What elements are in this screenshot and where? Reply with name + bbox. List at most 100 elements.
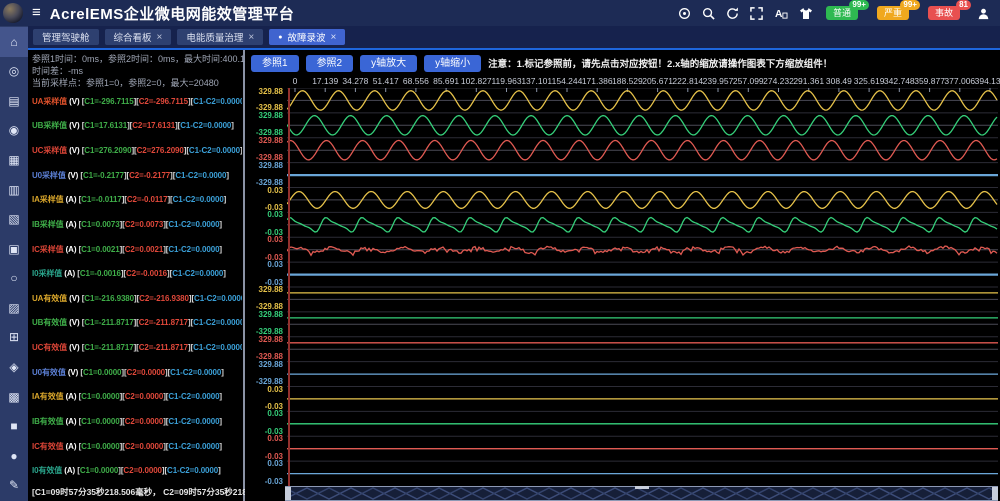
active-tab-dot-icon: ● (278, 34, 282, 41)
channel-label: UB采样值 (32, 120, 67, 131)
sidebar-item-home[interactable]: ⌂ (0, 27, 28, 57)
tab-close-icon[interactable]: × (330, 32, 336, 43)
channel-c1-value: C1=-211.8717 (84, 318, 133, 327)
alarm-badge[interactable]: 严重99+ (877, 6, 909, 20)
channel-unit: (A) (64, 220, 79, 229)
tab-label: 电能质量治理 (186, 30, 243, 44)
y-axis-max-label: 0.03 (245, 386, 283, 394)
channel-diff-value: C1-C2=0.0000 (173, 195, 224, 204)
tab-close-icon[interactable]: × (248, 32, 254, 43)
channel-row: UC采样值 (V) [ C1=276.2090 ][ C2=276.2090 ]… (32, 138, 242, 163)
channel-row: UB采样值 (V) [ C1=17.6131 ][ C2=17.6131 ][ … (32, 114, 242, 139)
sidebar-item-overview[interactable]: ◎ (0, 57, 28, 87)
channel-diff-value: C1-C2=0.0000 (168, 245, 219, 254)
x-axis-tick-label: 308.49 (826, 76, 852, 86)
x-axis-tick-label: 68.556 (403, 76, 429, 86)
channel-c1-value: C1=17.6131 (84, 121, 127, 130)
y-axis-max-label: 0.03 (245, 187, 283, 195)
channel-diff-value: C1-C2=0.0000 (168, 442, 219, 451)
sidebar-item-report[interactable]: ▨ (0, 293, 28, 323)
channel-unit: (V) (67, 318, 82, 327)
channel-label: IB有效值 (32, 416, 64, 427)
y-axis-max-label: 0.03 (245, 410, 283, 418)
sidebar-item-lighting[interactable]: ○ (0, 264, 28, 294)
datazoom-handle-left[interactable] (285, 487, 291, 500)
refresh-icon[interactable] (726, 7, 739, 20)
channel-unit: (A) (64, 195, 79, 204)
sidebar-item-alarm-light[interactable]: ◉ (0, 116, 28, 146)
channel-label: IC有效值 (32, 441, 64, 452)
datazoom-handle-right[interactable] (992, 487, 998, 500)
sidebar-item-meter-grid[interactable]: ▩ (0, 382, 28, 412)
waveform-chart[interactable]: 329.88-329.88329.88-329.88329.88-329.883… (245, 88, 1000, 486)
toolbar-button-y轴缩小[interactable]: y轴缩小 (424, 55, 481, 72)
alarm-badge[interactable]: 事故81 (928, 6, 960, 20)
sidebar-item-substation[interactable]: ▤ (0, 86, 28, 116)
toolbar-button-参照2[interactable]: 参照2 (306, 55, 354, 72)
x-axis-tick-label: 17.139 (312, 76, 338, 86)
channel-c2-value: C2=0.0000 (125, 442, 163, 451)
channel-c1-value: C1=0.0000 (81, 442, 119, 451)
channel-label: UC采样值 (32, 145, 67, 156)
tab-管理驾驶舱[interactable]: 管理驾驶舱 (33, 29, 99, 45)
x-axis-tick-label: 34.278 (342, 76, 368, 86)
focus-icon[interactable] (678, 7, 691, 20)
x-axis-tick-label: 119.963 (491, 76, 521, 86)
channel-c1-value: C1=0.0021 (81, 245, 119, 254)
channel-c1-value: C1=-0.0016 (80, 269, 121, 278)
channel-c1-value: C1=-0.2177 (83, 171, 124, 180)
y-axis-max-label: 329.88 (245, 336, 283, 344)
sidebar-item-pv-panel[interactable]: ⊞ (0, 323, 28, 353)
channel-label: UC有效值 (32, 342, 67, 353)
hamburger-menu-icon[interactable]: ≡ (32, 0, 41, 26)
tab-电能质量治理[interactable]: 电能质量治理 × (177, 29, 263, 45)
sidebar-item-alarm-bell[interactable]: ● (0, 441, 28, 471)
x-axis-tick-label: 0 (293, 76, 298, 86)
channel-label: I0采样值 (32, 268, 62, 279)
channel-unit: (V) (67, 343, 82, 352)
channel-row: IC有效值 (A) [ C1=0.0000 ][ C2=0.0000 ][ C1… (32, 434, 242, 459)
x-axis-tick-label: 188.529 (612, 76, 643, 86)
search-icon[interactable] (702, 7, 715, 20)
sidebar-item-statistics[interactable]: ▦ (0, 145, 28, 175)
channel-label: IA采样值 (32, 194, 64, 205)
alarm-count-badge: 99+ (849, 0, 869, 10)
channel-c2-value: C2=-211.8717 (139, 343, 188, 352)
sidebar-item-communication[interactable]: ◈ (0, 352, 28, 382)
tab-close-icon[interactable]: × (157, 32, 163, 43)
channel-c1-value: C1=0.0073 (81, 220, 119, 229)
channel-label: I0有效值 (32, 465, 62, 476)
sidebar-item-factory[interactable]: ▥ (0, 175, 28, 205)
sidebar-item-edit[interactable]: ✎ (0, 470, 28, 500)
channel-row: IA有效值 (A) [ C1=0.0000 ][ C2=0.0000 ][ C1… (32, 385, 242, 410)
sidebar-item-monitor[interactable]: ▣ (0, 234, 28, 264)
alarm-badge[interactable]: 普通99+ (826, 6, 858, 20)
channel-unit: (A) (64, 245, 79, 254)
tab-故障录波[interactable]: ●故障录波× (269, 29, 345, 45)
channel-c1-value: C1=-216.9380 (84, 294, 134, 303)
waveform-plot[interactable] (287, 88, 998, 486)
chart-toolbar: 参照1参照2y轴放大y轴缩小注意：1.标记参照前，请先点击对应按钮！2.x轴的缩… (245, 50, 1000, 76)
theme-icon[interactable] (799, 7, 813, 20)
toolbar-button-y轴放大[interactable]: y轴放大 (360, 55, 417, 72)
channel-c2-value: C2=0.0000 (127, 368, 165, 377)
tab-综合看板[interactable]: 综合看板× (105, 29, 172, 45)
channel-c2-value: C2=0.0000 (123, 466, 161, 475)
channel-label: UA有效值 (32, 293, 67, 304)
sidebar-item-building[interactable]: ■ (0, 411, 28, 441)
channel-diff-value: C1-C2=0.0000 (193, 343, 242, 352)
header-actions: A 普通99+ 严重99+ 事故81 (678, 6, 990, 20)
channel-label: IC采样值 (32, 244, 64, 255)
x-axis-tick-label: 137.101 (521, 76, 552, 86)
toolbar-button-参照1[interactable]: 参照1 (251, 55, 299, 72)
y-axis-min-label: -0.03 (245, 478, 283, 486)
user-icon[interactable] (977, 7, 990, 20)
app-root: ≡ AcrelEMS企业微电网能效管理平台 A普通99+严重99+事故81 ⌂◎… (0, 0, 1000, 501)
datazoom-slider[interactable] (285, 486, 998, 501)
fullscreen-icon[interactable] (750, 7, 763, 20)
sidebar-item-map[interactable]: ▧ (0, 204, 28, 234)
channel-unit: (A) (64, 442, 79, 451)
datazoom-center-grip[interactable] (635, 486, 649, 489)
font-icon[interactable]: A (774, 7, 788, 20)
x-axis-tick-label: 102.827 (461, 76, 492, 86)
